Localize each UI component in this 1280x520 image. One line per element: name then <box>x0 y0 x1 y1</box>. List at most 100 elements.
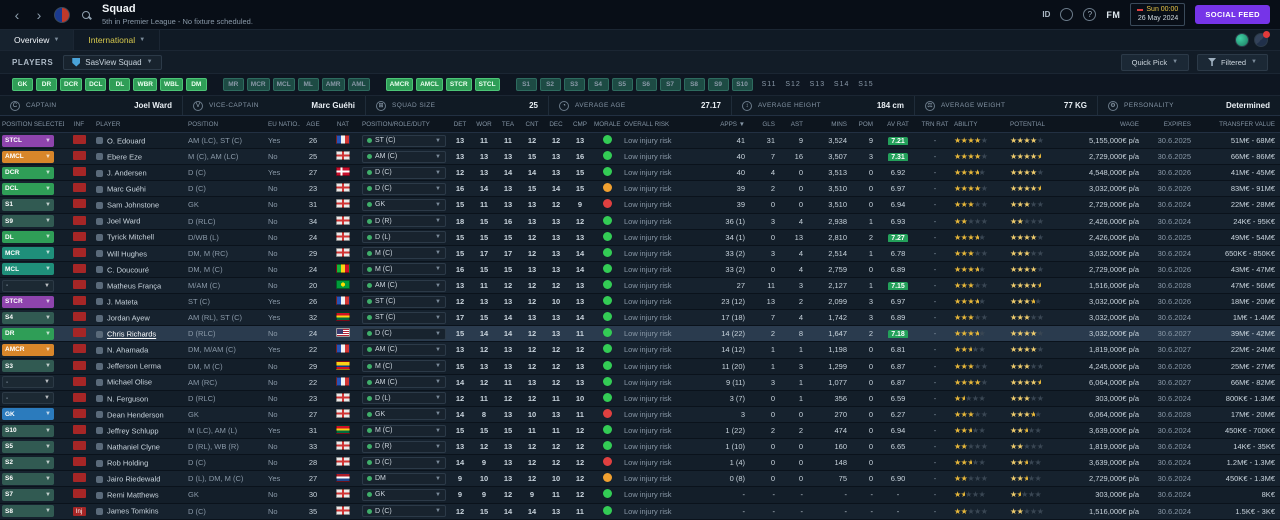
position-filter-s5[interactable]: S5 <box>611 78 633 91</box>
tab-overview[interactable]: Overview ▼ <box>0 30 75 50</box>
column-header-det[interactable]: DET <box>448 121 472 128</box>
position-selected-dropdown[interactable]: S9 ▼ <box>2 215 54 228</box>
squad-view-dropdown[interactable]: SasView Squad ▼ <box>63 54 162 70</box>
role-duty-dropdown[interactable]: AM (C) ▼ <box>362 376 446 389</box>
column-header-trn-rat[interactable]: TRN RAT <box>918 121 952 128</box>
position-selected-dropdown[interactable]: MCR ▼ <box>2 247 54 260</box>
position-filter-dcr[interactable]: DCR <box>60 78 83 91</box>
position-selected-dropdown[interactable]: S1 ▼ <box>2 198 54 211</box>
position-selected-dropdown[interactable]: S3 ▼ <box>2 360 54 373</box>
position-filter-wbl[interactable]: WBL <box>159 78 183 91</box>
world-icon[interactable] <box>1060 8 1074 21</box>
role-duty-dropdown[interactable]: GK ▼ <box>362 198 446 211</box>
player-name[interactable]: Matheus França <box>107 281 161 290</box>
role-duty-dropdown[interactable]: AM (C) ▼ <box>362 279 446 292</box>
position-filter-s4[interactable]: S4 <box>587 78 609 91</box>
table-row[interactable]: S4 ▼ Jordan Ayew AM (RL), ST (C) Yes 32 S… <box>0 310 1280 327</box>
column-header-overall-risk[interactable]: OVERALL RISK <box>622 121 706 128</box>
player-name[interactable]: Michael Olise <box>107 378 152 387</box>
position-selected-dropdown[interactable]: S2 ▼ <box>2 456 54 469</box>
role-duty-dropdown[interactable]: D (R) ▼ <box>362 440 446 453</box>
search-icon[interactable] <box>82 10 90 19</box>
column-header-ability[interactable]: ABILITY <box>952 121 1008 128</box>
position-filter-dl[interactable]: DL <box>109 78 131 91</box>
position-filter-amcr[interactable]: AMCR <box>385 78 414 91</box>
column-header-position-selected[interactable]: POSITION SELECTED <box>0 121 64 128</box>
position-selected-dropdown[interactable]: S10 ▼ <box>2 424 54 437</box>
role-duty-dropdown[interactable]: D (L) ▼ <box>362 392 446 405</box>
table-row[interactable]: STCL ▼ O. Edouard AM (LC), ST (C) Yes 26 … <box>0 133 1280 150</box>
tab-international[interactable]: International ▼ <box>74 30 161 50</box>
table-row[interactable]: MCR ▼ Will Hughes DM, M (RC) No 29 M (C) ▼… <box>0 245 1280 262</box>
table-row[interactable]: - ▼ Michael Olise AM (RC) No 22 AM (C) ▼ 1… <box>0 374 1280 391</box>
table-row[interactable]: S5 ▼ Nathaniel Clyne D (RL), WB (R) No 33… <box>0 439 1280 456</box>
role-duty-dropdown[interactable]: D (C) ▼ <box>362 456 446 469</box>
position-filter-s6[interactable]: S6 <box>635 78 657 91</box>
position-selected-dropdown[interactable]: AMCL ▼ <box>2 150 54 163</box>
position-selected-dropdown[interactable]: DR ▼ <box>2 327 54 340</box>
position-selected-dropdown[interactable]: - ▼ <box>2 392 54 405</box>
position-selected-dropdown[interactable]: S6 ▼ <box>2 472 54 485</box>
position-filter-aml[interactable]: AML <box>347 78 370 91</box>
column-header-position[interactable]: POSITION <box>186 121 266 128</box>
position-filter-s2[interactable]: S2 <box>539 78 561 91</box>
position-filter-s8[interactable]: S8 <box>683 78 705 91</box>
table-row[interactable]: - ▼ Matheus França M/AM (C) No 20 AM (C) ▼… <box>0 277 1280 295</box>
column-header-ast[interactable]: AST <box>780 121 808 128</box>
player-name[interactable]: Joel Ward <box>107 217 140 226</box>
table-row[interactable]: S10 ▼ Jeffrey Schlupp M (LC), AM (L) Yes … <box>0 422 1280 440</box>
column-header-player[interactable]: PLAYER <box>94 121 186 128</box>
column-header-potential[interactable]: POTENTIAL <box>1008 121 1064 128</box>
player-name[interactable]: N. Ferguson <box>107 394 148 403</box>
column-header-morale[interactable]: MORALE <box>592 121 622 128</box>
position-selected-dropdown[interactable]: DL ▼ <box>2 231 54 244</box>
player-name[interactable]: Chris Richards <box>107 330 156 339</box>
position-filter-mcr[interactable]: MCR <box>246 78 270 91</box>
player-name[interactable]: J. Mateta <box>107 297 138 306</box>
position-filter-wbr[interactable]: WBR <box>133 78 157 91</box>
column-header-pom[interactable]: POM <box>852 121 878 128</box>
column-header-expires[interactable]: EXPIRES <box>1144 121 1196 128</box>
column-header-gls[interactable]: GLS <box>750 121 780 128</box>
position-filter-ml[interactable]: ML <box>297 78 319 91</box>
player-name[interactable]: Dean Henderson <box>107 410 164 419</box>
player-name[interactable]: Ebere Eze <box>107 152 142 161</box>
role-duty-dropdown[interactable]: D (C) ▼ <box>362 327 446 340</box>
player-name[interactable]: O. Edouard <box>107 136 145 145</box>
table-row[interactable]: DCL ▼ Marc Guéhi D (C) No 23 D (C) ▼ 16 14 1… <box>0 181 1280 198</box>
player-name[interactable]: James Tomkins <box>107 507 159 516</box>
table-row[interactable]: S1 ▼ Sam Johnstone GK No 31 GK ▼ 15 11 13 13 1… <box>0 197 1280 214</box>
player-name[interactable]: Jordan Ayew <box>107 314 150 323</box>
position-selected-dropdown[interactable]: STCR ▼ <box>2 295 54 308</box>
role-duty-dropdown[interactable]: M (C) ▼ <box>362 263 446 276</box>
role-duty-dropdown[interactable]: D (C) ▼ <box>362 166 446 179</box>
table-row[interactable]: DR ▼ Chris Richards D (RLC) No 24 D (C) ▼ … <box>0 326 1280 343</box>
role-duty-dropdown[interactable]: D (C) ▼ <box>362 182 446 195</box>
position-selected-dropdown[interactable]: S4 ▼ <box>2 311 54 324</box>
role-duty-dropdown[interactable]: D (C) ▼ <box>362 505 446 518</box>
forward-button[interactable]: › <box>32 7 46 23</box>
column-header-cnt[interactable]: CNT <box>520 121 544 128</box>
role-duty-dropdown[interactable]: DM ▼ <box>362 472 446 485</box>
manager-avatar[interactable] <box>1235 33 1249 47</box>
column-header-wor[interactable]: WOR <box>472 121 496 128</box>
position-filter-s7[interactable]: S7 <box>659 78 681 91</box>
role-duty-dropdown[interactable]: M (C) ▼ <box>362 247 446 260</box>
filter-button[interactable]: Filtered ▼ <box>1197 53 1268 71</box>
help-icon[interactable]: ? <box>1083 8 1097 21</box>
player-name[interactable]: Jairo Riedewald <box>107 475 160 484</box>
position-filter-amr[interactable]: AMR <box>321 78 345 91</box>
column-header-wage[interactable]: WAGE <box>1064 121 1144 128</box>
column-header-age[interactable]: AGE <box>300 121 326 128</box>
table-row[interactable]: S9 ▼ Joel Ward D (RLC) No 34 D (R) ▼ 18 15 1… <box>0 213 1280 230</box>
table-row[interactable]: S6 ▼ Jairo Riedewald D (L), DM, M (C) Yes… <box>0 471 1280 488</box>
column-header-nat[interactable]: NAT <box>326 121 360 128</box>
column-header-tea[interactable]: TEA <box>496 121 520 128</box>
role-duty-dropdown[interactable]: M (C) ▼ <box>362 424 446 437</box>
player-name[interactable]: Rob Holding <box>107 459 148 468</box>
player-name[interactable]: Remi Matthews <box>107 491 159 500</box>
position-filter-mr[interactable]: MR <box>222 78 244 91</box>
player-name[interactable]: Sam Johnstone <box>107 201 159 210</box>
position-selected-dropdown[interactable]: DCL ▼ <box>2 182 54 195</box>
column-header-position-role-duty[interactable]: POSITION/ROLE/DUTY <box>360 121 448 128</box>
